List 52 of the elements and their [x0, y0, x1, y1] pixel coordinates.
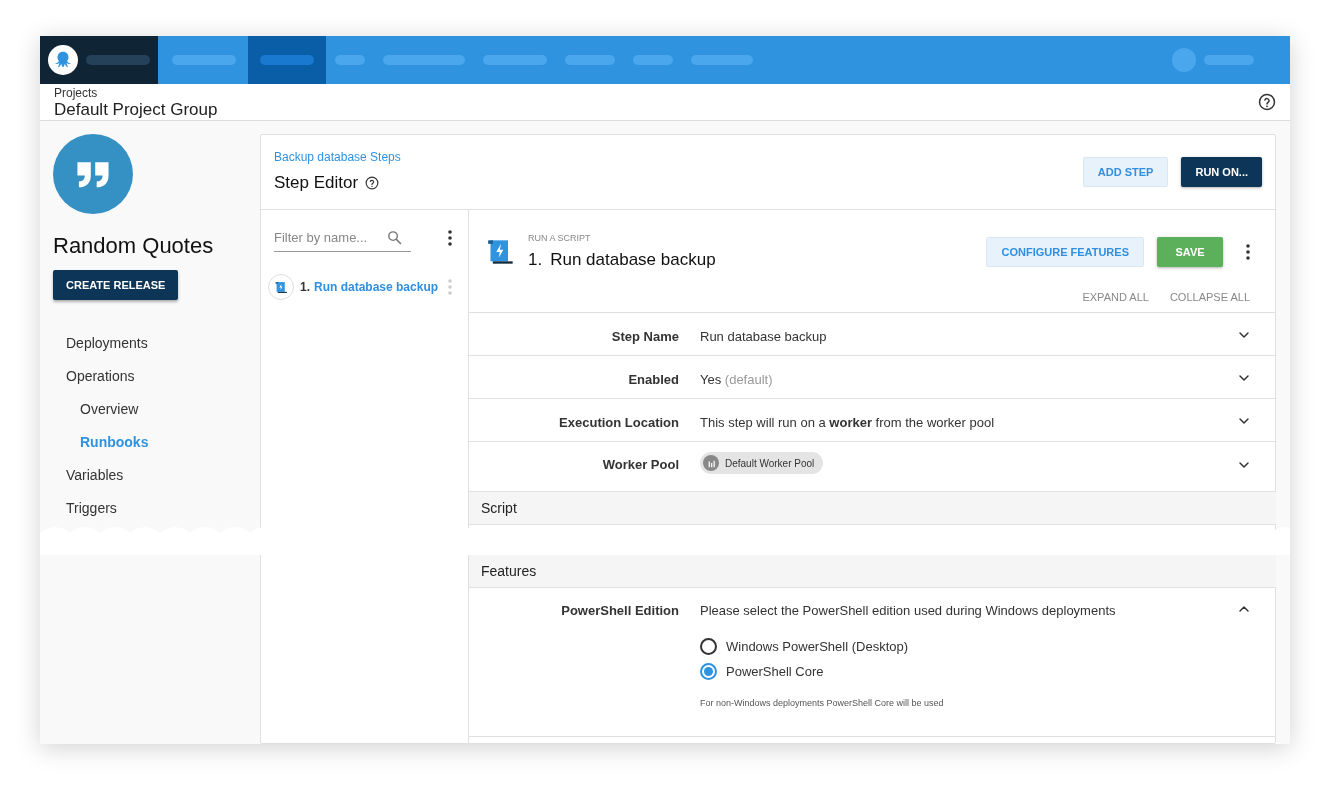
create-release-button[interactable]: CREATE RELEASE [53, 270, 179, 300]
radio-icon[interactable] [700, 637, 717, 655]
redacted-text [565, 55, 615, 65]
search-icon [386, 229, 403, 246]
logo-icon[interactable] [48, 45, 78, 75]
breadcrumb[interactable]: Projects [54, 86, 218, 99]
more-options-icon[interactable] [448, 230, 452, 246]
radio-option[interactable]: Windows PowerShell (Desktop) [700, 636, 909, 656]
sidebar-item[interactable]: Overview [53, 393, 260, 426]
redacted-text [335, 55, 365, 65]
step-type-label: RUN A SCRIPT [528, 232, 592, 245]
more-options-icon[interactable] [1246, 244, 1250, 260]
worker-pool-chip: Default Worker Pool [700, 452, 824, 474]
help-icon[interactable] [1258, 93, 1276, 111]
field-value: Please select the PowerShell edition used during Windows deployments [700, 602, 1117, 620]
field-value: This step will run on a worker from the worker pool [700, 414, 996, 432]
collapse-all-link[interactable]: COLLAPSE ALL [1169, 289, 1250, 306]
expand-all-link[interactable]: EXPAND ALL [1082, 289, 1149, 306]
step-title: Run database backup [550, 248, 716, 271]
script-icon [274, 280, 288, 294]
script-icon [487, 238, 515, 266]
redacted-text [1204, 55, 1254, 65]
redacted-text [86, 55, 150, 65]
redacted-text [691, 55, 753, 65]
redacted-text [172, 55, 236, 65]
filter-field[interactable]: Filter by name... [274, 227, 386, 248]
sidebar-item[interactable]: Variables [53, 459, 260, 492]
sidebar-item[interactable]: Triggers [53, 492, 260, 525]
redacted-text [483, 55, 547, 65]
step-number: 1. [300, 279, 310, 296]
project-name: Random Quotes [53, 235, 215, 257]
sidebar-item[interactable]: Deployments [53, 327, 260, 360]
redacted-text [260, 55, 314, 65]
redacted-text [633, 55, 673, 65]
field-label: Step Name [610, 328, 679, 346]
radio-option[interactable]: PowerShell Core [700, 662, 824, 682]
field-label: PowerShell Edition [560, 602, 679, 620]
page-title: Default Project Group [54, 100, 218, 118]
editor-title: Step Editor [274, 172, 359, 195]
run-button[interactable]: RUN ON... [1181, 157, 1262, 187]
radio-icon[interactable] [700, 663, 717, 681]
field-value: Run database backup [700, 328, 828, 346]
help-icon [365, 176, 380, 190]
field-label: Execution Location [558, 414, 679, 432]
help-text: For non-Windows deployments PowerShell Core will be used [700, 696, 945, 710]
section-header: Script [469, 492, 1276, 525]
sidebar-item[interactable]: Operations [53, 360, 260, 393]
section-header: Features [469, 555, 1276, 588]
field-value: Yes (default) [700, 371, 774, 389]
field-label: Worker Pool [601, 456, 679, 474]
field-label: Enabled [627, 371, 679, 389]
step-number: 1. [528, 248, 543, 271]
